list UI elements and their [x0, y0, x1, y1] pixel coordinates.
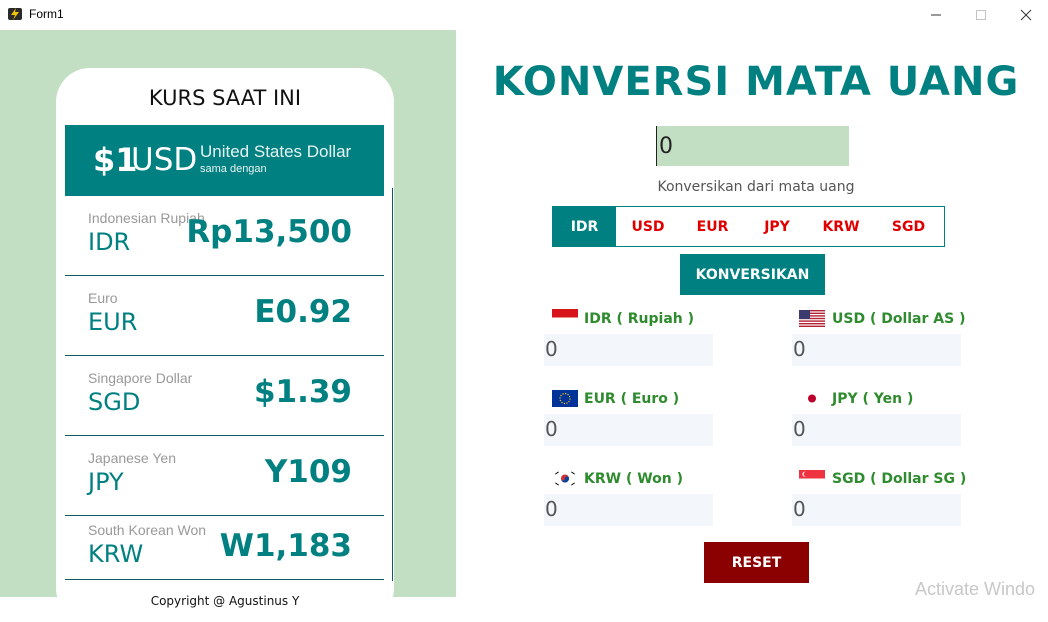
amount-input[interactable]	[656, 126, 849, 166]
result-value-sgd: 0	[792, 494, 961, 526]
eu-flag-icon	[552, 390, 578, 407]
converter-title: KONVERSI MATA UANG	[492, 59, 1020, 105]
result-value-idr: 0	[544, 334, 713, 366]
tab-eur[interactable]: EUR	[680, 207, 745, 246]
rate-value: W1,183	[219, 528, 352, 564]
rate-code: JPY	[88, 468, 124, 496]
rate-name: Japanese Yen	[88, 450, 176, 466]
result-label-eur: EUR ( Euro )	[584, 391, 680, 407]
tab-krw[interactable]: KRW	[809, 207, 873, 246]
rates-card: KURS SAAT INI $1 USD United States Dolla…	[56, 68, 394, 622]
usd-code: USD	[131, 142, 198, 178]
rate-name: Euro	[88, 290, 118, 306]
tab-sgd[interactable]: SGD	[873, 207, 944, 246]
rate-row-sgd: Singapore Dollar SGD $1.39	[65, 356, 384, 436]
result-value-usd: 0	[792, 334, 961, 366]
currency-tabs: IDR USD EUR JPY KRW SGD	[552, 206, 945, 247]
from-currency-label: Konversikan dari mata uang	[657, 179, 855, 195]
rate-name: Singapore Dollar	[88, 370, 193, 386]
result-value-eur: 0	[544, 414, 713, 446]
rate-row-krw: South Korean Won KRW W1,183	[65, 516, 384, 580]
japan-flag-icon	[799, 390, 825, 407]
minimize-icon	[931, 14, 941, 16]
rate-value: $1.39	[253, 374, 352, 410]
rate-value: E0.92	[254, 294, 352, 330]
indonesia-flag-icon	[552, 309, 578, 326]
tab-idr[interactable]: IDR	[553, 207, 616, 246]
maximize-button[interactable]	[958, 0, 1004, 30]
rate-code: KRW	[88, 540, 144, 568]
rate-value: Rp13,500	[186, 214, 352, 250]
window-titlebar: Form1	[0, 0, 1048, 30]
result-label-krw: KRW ( Won )	[584, 471, 684, 487]
result-value-krw: 0	[544, 494, 713, 526]
window-title: Form1	[29, 7, 64, 21]
tab-jpy[interactable]: JPY	[745, 207, 809, 246]
rate-row-idr: Indonesian Rupiah IDR Rp13,500	[65, 196, 384, 276]
usd-subtitle: sama dengan	[200, 163, 267, 175]
rate-name: South Korean Won	[88, 522, 207, 538]
minimize-button[interactable]	[913, 0, 959, 30]
rate-code: EUR	[88, 308, 138, 336]
convert-button[interactable]: KONVERSIKAN	[680, 254, 825, 295]
rate-value: Y109	[264, 454, 352, 490]
rates-card-title: KURS SAAT INI	[148, 86, 302, 110]
card-divider	[392, 188, 393, 581]
result-label-sgd: SGD ( Dollar SG )	[832, 471, 967, 487]
korea-flag-icon	[552, 470, 578, 487]
rate-code: SGD	[88, 388, 141, 416]
reset-button[interactable]: RESET	[704, 542, 809, 583]
rate-row-jpy: Japanese Yen JPY Y109	[65, 436, 384, 516]
rate-row-eur: Euro EUR E0.92	[65, 276, 384, 356]
usd-banner: $1 USD United States Dollar sama dengan	[65, 125, 384, 196]
maximize-icon	[976, 10, 986, 20]
close-icon	[1020, 9, 1032, 21]
app-lightning-icon	[8, 8, 22, 20]
close-button[interactable]	[1003, 0, 1048, 30]
copyright-text: Copyright @ Agustinus Y	[150, 594, 300, 608]
rate-code: IDR	[88, 228, 131, 256]
usa-flag-icon	[799, 310, 825, 327]
result-label-jpy: JPY ( Yen )	[832, 391, 914, 407]
result-label-idr: IDR ( Rupiah )	[584, 311, 695, 327]
singapore-flag-icon	[799, 470, 825, 487]
usd-name: United States Dollar	[200, 142, 352, 161]
tab-usd[interactable]: USD	[616, 207, 680, 246]
rates-panel: KURS SAAT INI $1 USD United States Dolla…	[0, 30, 456, 622]
result-label-usd: USD ( Dollar AS )	[832, 311, 966, 327]
result-value-jpy: 0	[792, 414, 961, 446]
